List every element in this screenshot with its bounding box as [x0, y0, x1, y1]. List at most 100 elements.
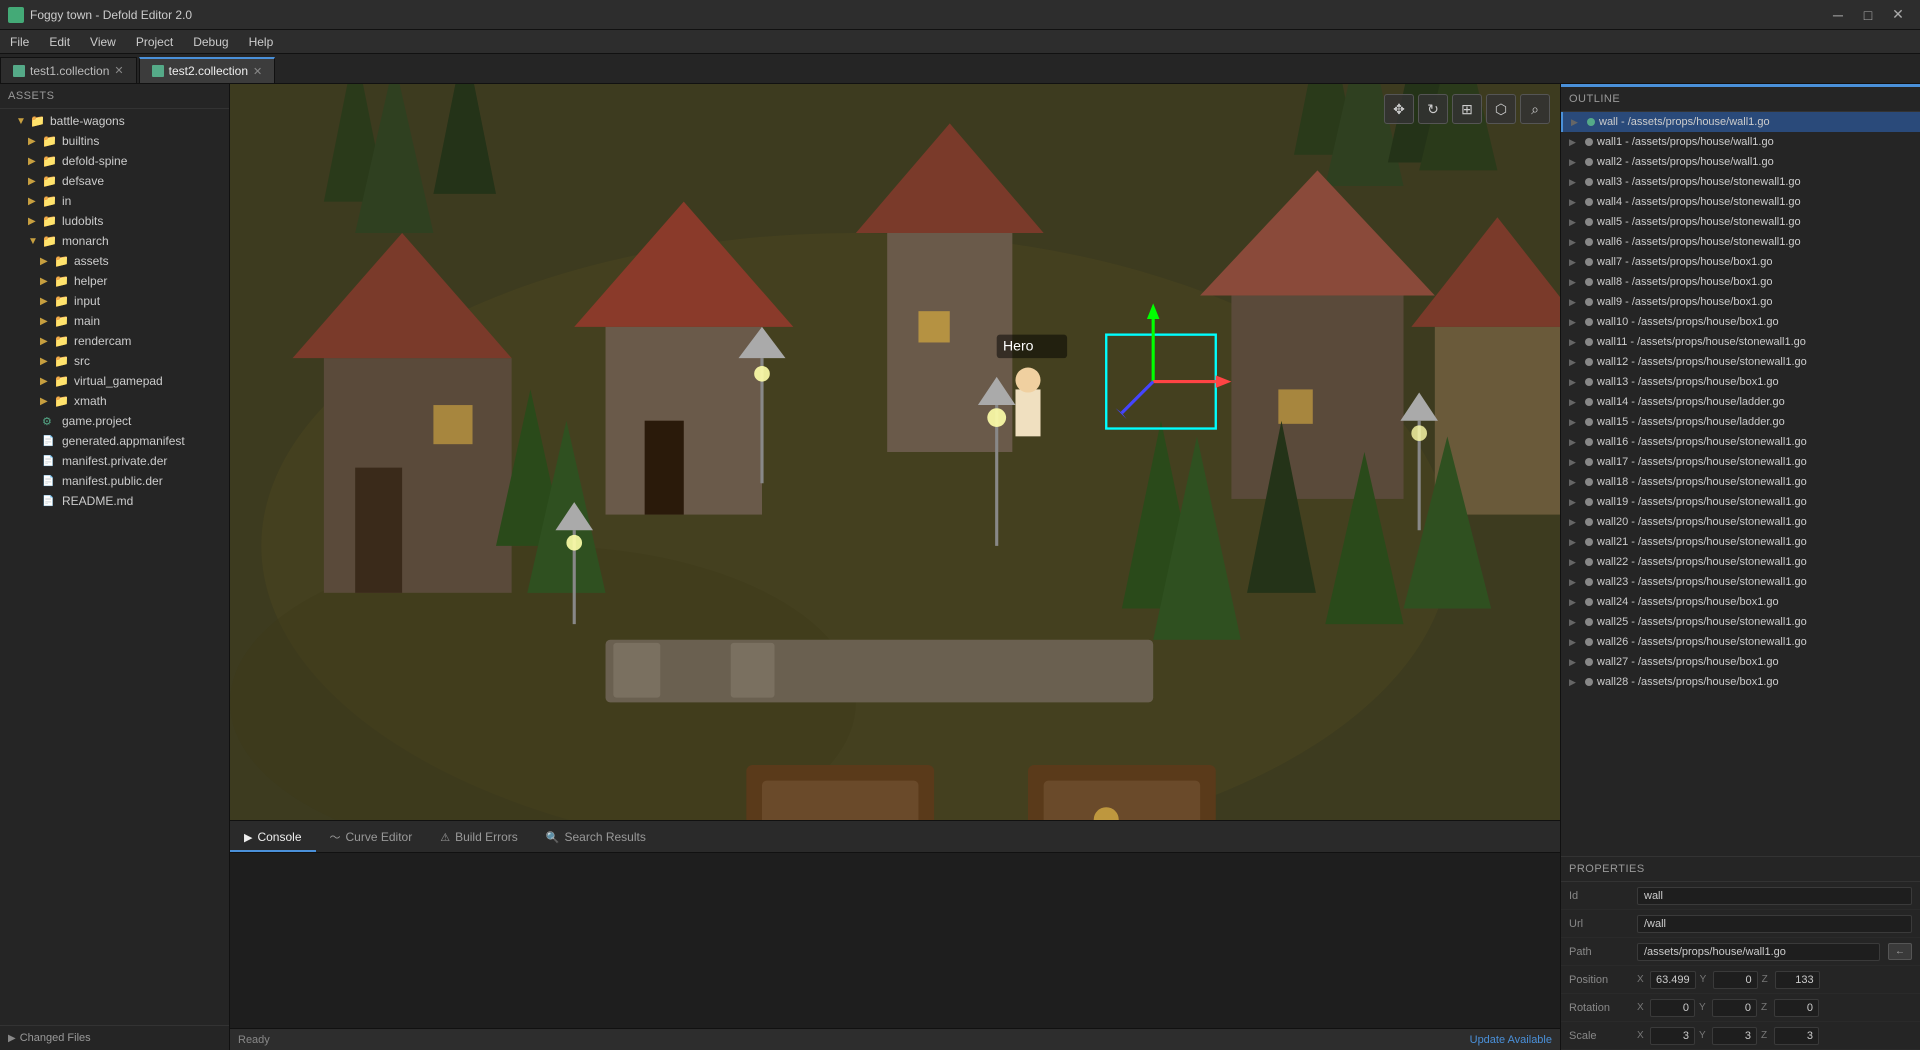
menu-help[interactable]: Help: [239, 30, 284, 53]
tree-item-virtual-gamepad[interactable]: ▶ 📁 virtual_gamepad: [0, 371, 229, 391]
viewport[interactable]: Hero: [230, 84, 1560, 820]
outline-item-wall2[interactable]: ▶ wall2 - /assets/props/house/wall1.go: [1561, 152, 1920, 172]
outline-item-wall9[interactable]: ▶ wall9 - /assets/props/house/box1.go: [1561, 292, 1920, 312]
outline-item-wall[interactable]: ▶ wall - /assets/props/house/wall1.go: [1561, 112, 1920, 132]
window-controls[interactable]: ─ □ ✕: [1824, 4, 1912, 26]
menu-edit[interactable]: Edit: [39, 30, 80, 53]
outline-item-wall25[interactable]: ▶ wall25 - /assets/props/house/stonewall…: [1561, 612, 1920, 632]
scale-x-value[interactable]: 3: [1650, 1027, 1695, 1045]
title-bar-left: Foggy town - Defold Editor 2.0: [8, 7, 192, 23]
outline-item-wall15[interactable]: ▶ wall15 - /assets/props/house/ladder.go: [1561, 412, 1920, 432]
outline-item-wall20[interactable]: ▶ wall20 - /assets/props/house/stonewall…: [1561, 512, 1920, 532]
outline-item-wall8[interactable]: ▶ wall8 - /assets/props/house/box1.go: [1561, 272, 1920, 292]
outline-item-wall27[interactable]: ▶ wall27 - /assets/props/house/box1.go: [1561, 652, 1920, 672]
outline-item-wall18[interactable]: ▶ wall18 - /assets/props/house/stonewall…: [1561, 472, 1920, 492]
tree-item-readme[interactable]: 📄 README.md: [0, 491, 229, 511]
tree-item-defold-spine[interactable]: ▶ 📁 defold-spine: [0, 151, 229, 171]
assets-tree[interactable]: ▼ 📁 battle-wagons ▶ 📁 builtins ▶ 📁 defol…: [0, 109, 229, 1025]
file-icon-game-project: ⚙: [42, 415, 58, 428]
tab-test1-collection[interactable]: test1.collection ✕: [0, 57, 137, 83]
camera-tool-button[interactable]: ⌕: [1520, 94, 1550, 124]
tree-item-defsave[interactable]: ▶ 📁 defsave: [0, 171, 229, 191]
tree-item-generated-appmanifest[interactable]: 📄 generated.appmanifest: [0, 431, 229, 451]
tab-search-results[interactable]: 🔍 Search Results: [532, 824, 660, 852]
tree-item-input[interactable]: ▶ 📁 input: [0, 291, 229, 311]
rotation-x-value[interactable]: 0: [1650, 999, 1695, 1017]
outline-item-wall14[interactable]: ▶ wall14 - /assets/props/house/ladder.go: [1561, 392, 1920, 412]
move-tool-button[interactable]: ✥: [1384, 94, 1414, 124]
tree-item-xmath[interactable]: ▶ 📁 xmath: [0, 391, 229, 411]
tree-item-manifest-public[interactable]: 📄 manifest.public.der: [0, 471, 229, 491]
outline-item-wall7[interactable]: ▶ wall7 - /assets/props/house/box1.go: [1561, 252, 1920, 272]
close-button[interactable]: ✕: [1884, 4, 1912, 26]
rotation-z-value[interactable]: 0: [1774, 999, 1819, 1017]
outline-item-wall26[interactable]: ▶ wall26 - /assets/props/house/stonewall…: [1561, 632, 1920, 652]
rotate-tool-button[interactable]: ↻: [1418, 94, 1448, 124]
tree-item-main[interactable]: ▶ 📁 main: [0, 311, 229, 331]
outline-list[interactable]: ▶ wall - /assets/props/house/wall1.go ▶ …: [1561, 112, 1920, 856]
tab-curve-editor[interactable]: 〜 Curve Editor: [316, 824, 427, 852]
outline-item-wall17[interactable]: ▶ wall17 - /assets/props/house/stonewall…: [1561, 452, 1920, 472]
menu-debug[interactable]: Debug: [183, 30, 238, 53]
outline-item-wall28[interactable]: ▶ wall28 - /assets/props/house/box1.go: [1561, 672, 1920, 692]
tree-item-rendercam[interactable]: ▶ 📁 rendercam: [0, 331, 229, 351]
prop-row-id: Id wall: [1561, 882, 1920, 910]
tree-item-helper[interactable]: ▶ 📁 helper: [0, 271, 229, 291]
outline-item-wall12[interactable]: ▶ wall12 - /assets/props/house/stonewall…: [1561, 352, 1920, 372]
prop-value-url[interactable]: /wall: [1637, 915, 1912, 933]
minimize-button[interactable]: ─: [1824, 4, 1852, 26]
prop-value-id[interactable]: wall: [1637, 887, 1912, 905]
outline-item-wall19[interactable]: ▶ wall19 - /assets/props/house/stonewall…: [1561, 492, 1920, 512]
menu-file[interactable]: File: [0, 30, 39, 53]
position-z-value[interactable]: 133: [1775, 971, 1820, 989]
outline-item-wall11[interactable]: ▶ wall11 - /assets/props/house/stonewall…: [1561, 332, 1920, 352]
outline-item-wall13[interactable]: ▶ wall13 - /assets/props/house/box1.go: [1561, 372, 1920, 392]
tree-label-battle-wagons: battle-wagons: [50, 114, 125, 128]
outline-item-wall3[interactable]: ▶ wall3 - /assets/props/house/stonewall1…: [1561, 172, 1920, 192]
scale-y-group: Y 3: [1699, 1027, 1757, 1045]
outline-item-wall23[interactable]: ▶ wall23 - /assets/props/house/stonewall…: [1561, 572, 1920, 592]
changed-files-header[interactable]: ▶ Changed Files: [0, 1026, 229, 1050]
curve-editor-tab-label: Curve Editor: [346, 830, 413, 844]
tree-item-manifest-private[interactable]: 📄 manifest.private.der: [0, 451, 229, 471]
scale-tool-button[interactable]: ⊞: [1452, 94, 1482, 124]
outline-label-8: wall7 - /assets/props/house/box1.go: [1597, 256, 1773, 268]
outline-item-wall6[interactable]: ▶ wall6 - /assets/props/house/stonewall1…: [1561, 232, 1920, 252]
outline-item-wall4[interactable]: ▶ wall4 - /assets/props/house/stonewall1…: [1561, 192, 1920, 212]
tree-item-assets[interactable]: ▶ 📁 assets: [0, 251, 229, 271]
tree-item-ludobits[interactable]: ▶ 📁 ludobits: [0, 211, 229, 231]
tab-close-2[interactable]: ✕: [253, 65, 262, 78]
tree-item-in[interactable]: ▶ 📁 in: [0, 191, 229, 211]
outline-item-wall10[interactable]: ▶ wall10 - /assets/props/house/box1.go: [1561, 312, 1920, 332]
rotation-y-value[interactable]: 0: [1712, 999, 1757, 1017]
position-y-value[interactable]: 0: [1713, 971, 1758, 989]
tree-label-virtual-gamepad: virtual_gamepad: [74, 374, 163, 388]
tree-item-monarch[interactable]: ▼ 📁 monarch: [0, 231, 229, 251]
outline-item-wall21[interactable]: ▶ wall21 - /assets/props/house/stonewall…: [1561, 532, 1920, 552]
tree-item-src[interactable]: ▶ 📁 src: [0, 351, 229, 371]
outline-item-wall1[interactable]: ▶ wall1 - /assets/props/house/wall1.go: [1561, 132, 1920, 152]
tab-console[interactable]: ▶ Console: [230, 824, 316, 852]
prop-value-path[interactable]: /assets/props/house/wall1.go: [1637, 943, 1880, 961]
tree-item-builtins[interactable]: ▶ 📁 builtins: [0, 131, 229, 151]
tree-item-battle-wagons[interactable]: ▼ 📁 battle-wagons: [0, 111, 229, 131]
position-y-label: Y: [1700, 974, 1710, 985]
tab-build-errors[interactable]: ⚠ Build Errors: [426, 824, 532, 852]
scale-y-value[interactable]: 3: [1712, 1027, 1757, 1045]
outline-item-wall16[interactable]: ▶ wall16 - /assets/props/house/stonewall…: [1561, 432, 1920, 452]
update-available-link[interactable]: Update Available: [1470, 1034, 1552, 1046]
outline-item-wall24[interactable]: ▶ wall24 - /assets/props/house/box1.go: [1561, 592, 1920, 612]
menu-view[interactable]: View: [80, 30, 126, 53]
position-x-value[interactable]: 63.499: [1650, 971, 1696, 989]
tab-close-1[interactable]: ✕: [114, 64, 123, 77]
outline-item-wall22[interactable]: ▶ wall22 - /assets/props/house/stonewall…: [1561, 552, 1920, 572]
scale-z-value[interactable]: 3: [1774, 1027, 1819, 1045]
outline-item-wall5[interactable]: ▶ wall5 - /assets/props/house/stonewall1…: [1561, 212, 1920, 232]
world-tool-button[interactable]: ⬡: [1486, 94, 1516, 124]
maximize-button[interactable]: □: [1854, 4, 1882, 26]
menu-project[interactable]: Project: [126, 30, 183, 53]
file-icon-manifest-private: 📄: [42, 456, 58, 467]
tab-test2-collection[interactable]: test2.collection ✕: [139, 57, 276, 83]
tree-item-game-project[interactable]: ⚙ game.project: [0, 411, 229, 431]
path-browse-button[interactable]: ←: [1888, 943, 1912, 960]
